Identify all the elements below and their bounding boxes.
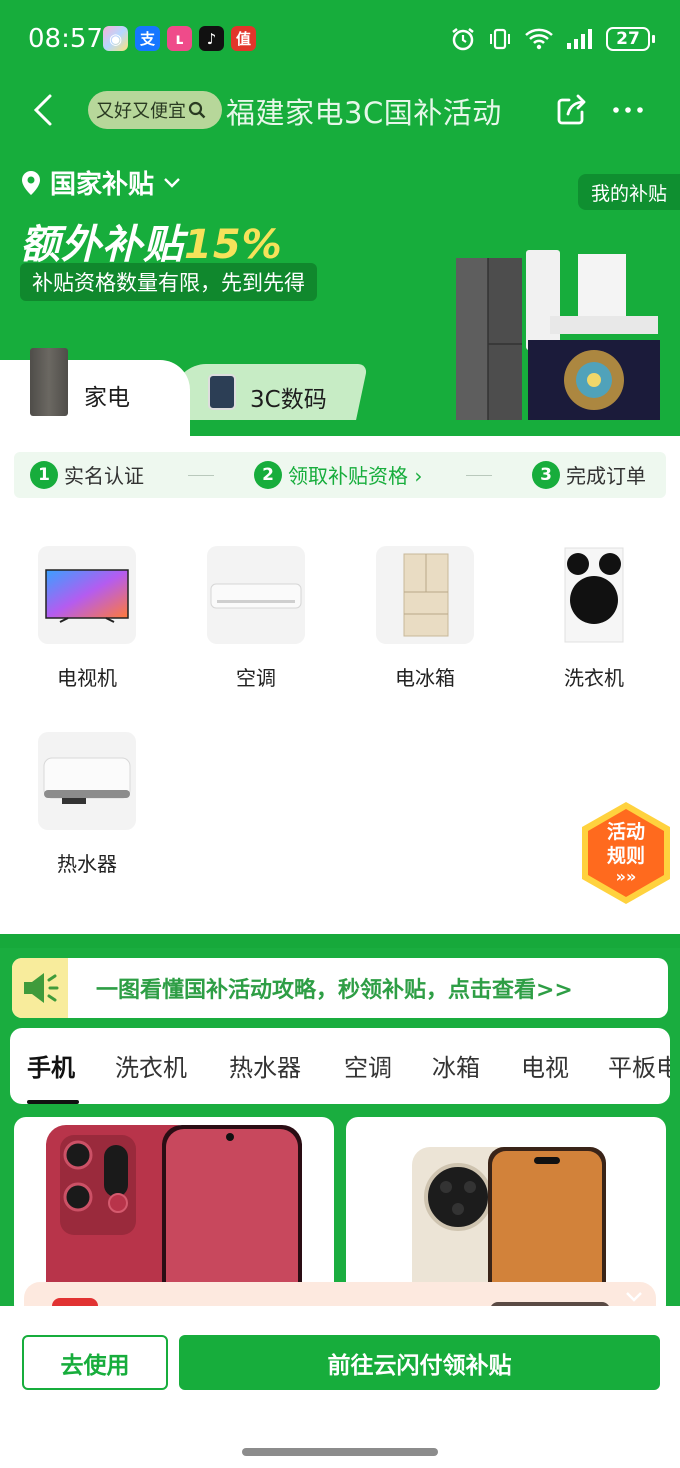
photos-app-icon: ◉ xyxy=(103,26,128,51)
search-pill[interactable]: 又好又便宜 xyxy=(88,91,222,129)
alarm-icon xyxy=(452,28,474,51)
step-label: 实名认证 xyxy=(64,464,144,488)
washer-thumbnail xyxy=(545,546,643,644)
share-icon[interactable] xyxy=(554,92,590,128)
fridge-thumbnail xyxy=(376,546,474,644)
nav-bar: 福建家电3C国补活动 又好又便宜 xyxy=(0,84,680,136)
category-refrigerator[interactable]: 电冰箱 xyxy=(360,546,490,691)
step-number: 1 xyxy=(30,460,58,489)
step-2[interactable]: 2 领取补贴资格 › xyxy=(254,460,422,489)
category-label: 电冰箱 xyxy=(395,666,455,690)
chevron-down-icon xyxy=(164,177,180,188)
battery-indicator: 27 xyxy=(606,27,655,51)
tv-icon xyxy=(45,569,129,623)
location-selector[interactable]: 国家补贴 xyxy=(20,164,182,201)
step-number: 3 xyxy=(532,460,560,489)
tab-fridge[interactable]: 冰箱 xyxy=(432,1048,480,1083)
search-pill-text: 又好又便宜 xyxy=(96,101,186,122)
ac-thumbnail xyxy=(207,546,305,644)
page-title: 福建家电3C国补活动 xyxy=(226,96,502,130)
category-label: 洗衣机 xyxy=(564,666,624,690)
step-divider xyxy=(188,475,214,476)
step-3: 3 完成订单 xyxy=(532,460,646,489)
step-1: 1 实名认证 xyxy=(30,460,144,489)
washing-machine-icon xyxy=(564,547,624,643)
tab-tv[interactable]: 电视 xyxy=(521,1048,569,1083)
step-label: 领取补贴资格 › xyxy=(288,464,423,488)
category-water-heater[interactable]: 热水器 xyxy=(22,732,152,877)
tab-air-conditioner[interactable]: 空调 xyxy=(344,1048,392,1083)
location-pin-icon xyxy=(22,170,40,195)
guide-banner[interactable]: 一图看懂国补活动攻略，秒领补贴，点击查看>> xyxy=(12,958,668,1018)
category-tv[interactable]: 电视机 xyxy=(22,546,152,691)
section-divider xyxy=(0,934,680,948)
air-conditioner-icon xyxy=(210,583,302,609)
status-indicators: 27 xyxy=(450,26,655,52)
signal-icon xyxy=(567,29,592,49)
smzdm-app-icon: 值 xyxy=(231,26,256,51)
wifi-icon xyxy=(525,28,553,50)
alipay-app-icon: 支 xyxy=(135,26,160,51)
guide-text: 一图看懂国补活动攻略，秒领补贴，点击查看>> xyxy=(96,978,573,1003)
my-subsidy-button[interactable]: 我的补贴 xyxy=(578,174,680,210)
active-tab-indicator xyxy=(27,1100,79,1104)
back-arrow-icon[interactable] xyxy=(30,92,60,128)
notification-app-icons: ◉ 支 ʟ ♪ 值 xyxy=(103,26,256,51)
status-time: 08:57 xyxy=(28,24,103,54)
tab-phone[interactable]: 手机 xyxy=(27,1048,75,1083)
category-washing-machine[interactable]: 洗衣机 xyxy=(529,546,659,691)
chevron-down-icon[interactable] xyxy=(624,1290,644,1304)
search-icon xyxy=(188,101,206,119)
headline-percent: 15% xyxy=(184,222,283,268)
more-options-icon[interactable] xyxy=(610,92,646,128)
subsidy-steps: 1 实名认证 2 领取补贴资格 › 3 完成订单 xyxy=(14,452,666,498)
app-screen: 08:57 ◉ 支 ʟ ♪ 值 27 福建家电3C国补活动 又好又便宜 国家补贴 xyxy=(0,0,680,1468)
category-label: 空调 xyxy=(236,666,276,690)
tab-water-heater[interactable]: 热水器 xyxy=(229,1048,301,1083)
location-label: 国家补贴 xyxy=(50,170,155,200)
step-label: 完成订单 xyxy=(566,464,646,488)
refrigerator-icon xyxy=(403,553,449,637)
tab-digital[interactable]: 3C数码 xyxy=(250,380,327,414)
water-heater-thumbnail xyxy=(38,732,136,830)
video-app-icon: ʟ xyxy=(167,26,192,51)
step-number: 2 xyxy=(254,460,282,489)
phone-thumbnail-icon xyxy=(208,374,236,410)
use-button[interactable]: 去使用 xyxy=(22,1335,168,1390)
tab-tablet[interactable]: 平板电脑 xyxy=(608,1048,670,1083)
activity-rules-badge[interactable]: 活动 规则 »» xyxy=(578,800,674,906)
appliances-illustration xyxy=(456,250,660,420)
tab-washer[interactable]: 洗衣机 xyxy=(115,1048,187,1083)
fridge-thumbnail-icon xyxy=(30,348,68,416)
home-indicator[interactable] xyxy=(242,1448,438,1456)
limited-quota-badge: 补贴资格数量有限，先到先得 xyxy=(20,263,317,301)
category-air-conditioner[interactable]: 空调 xyxy=(191,546,321,691)
category-label: 热水器 xyxy=(57,852,117,876)
water-heater-icon xyxy=(43,757,131,804)
rules-arrows: »» xyxy=(615,867,637,886)
product-category-tabs: 手机 洗衣机 热水器 空调 冰箱 电视 平板电脑 xyxy=(10,1028,670,1104)
douyin-app-icon: ♪ xyxy=(199,26,224,51)
headline-text: 额外补贴 xyxy=(20,222,184,268)
status-bar: 08:57 ◉ 支 ʟ ♪ 值 27 xyxy=(0,18,680,62)
step-divider xyxy=(466,475,492,476)
rules-line-1: 活动 xyxy=(606,821,645,843)
go-to-unionpay-button[interactable]: 前往云闪付领补贴 xyxy=(179,1335,660,1390)
rules-line-2: 规则 xyxy=(606,845,645,867)
tab-appliances[interactable]: 家电 xyxy=(84,378,130,412)
tv-thumbnail xyxy=(38,546,136,644)
category-label: 电视机 xyxy=(57,666,117,690)
guide-speaker-bg xyxy=(12,958,68,1018)
vibrate-icon xyxy=(490,28,510,50)
megaphone-icon xyxy=(24,973,59,1003)
subsidy-headline: 额外补贴15% xyxy=(20,212,283,270)
